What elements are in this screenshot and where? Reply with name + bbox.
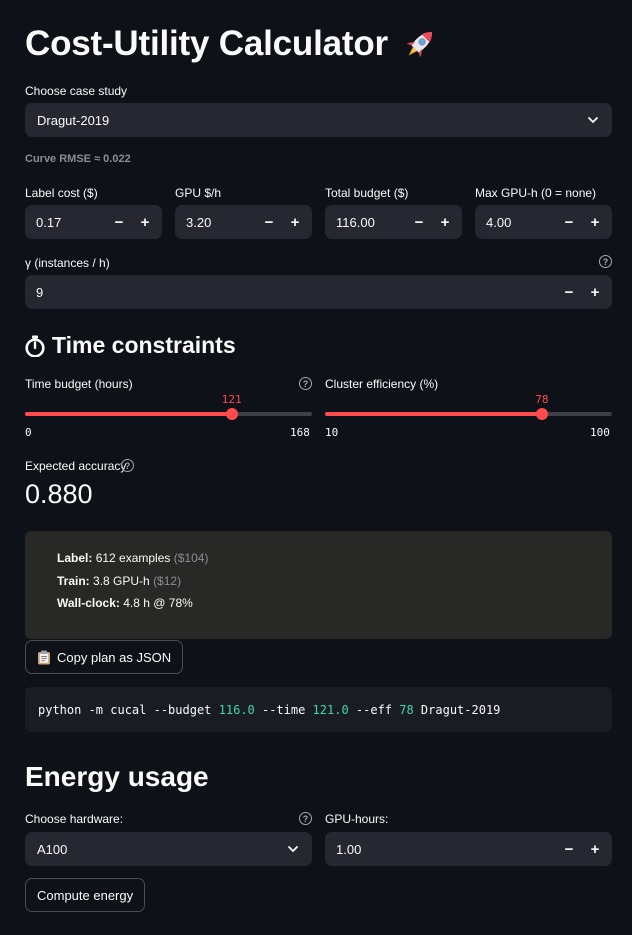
command-code-block: python -m cucal --budget 116.0 --time 12… — [25, 687, 612, 732]
compute-energy-button[interactable]: Compute energy — [25, 878, 146, 912]
command-text: python -m cucal --budget — [38, 702, 219, 717]
page-title-text: Cost-Utility Calculator — [25, 24, 388, 63]
command-number: 78 — [399, 702, 414, 717]
chevron-down-icon — [288, 846, 298, 853]
cluster-efficiency-slider-fill — [325, 412, 542, 416]
stopwatch-icon — [25, 335, 45, 357]
total-budget-value: 116.00 — [336, 214, 375, 230]
compute-energy-button-label: Compute energy — [37, 887, 134, 903]
label-cost-input[interactable]: 0.17 − + — [25, 205, 162, 239]
plan-train-cost: ($12) — [153, 574, 182, 588]
case-study-label: Choose case study — [25, 84, 128, 98]
help-icon[interactable]: ? — [599, 255, 612, 268]
plan-summary-panel: Label: 612 examples ($104) Train: 3.8 GP… — [25, 531, 612, 639]
case-study-select[interactable]: Dragut-2019 — [25, 103, 612, 137]
plan-train-text: 3.8 GPU-h — [93, 574, 150, 588]
total-budget-decrement-button[interactable]: − — [406, 205, 432, 239]
hardware-select[interactable]: A100 — [25, 832, 312, 866]
label-cost-increment-button[interactable]: + — [132, 205, 158, 239]
time-constraints-heading: Time constraints — [25, 332, 236, 359]
plan-label-title: Label: — [57, 551, 93, 565]
cluster-efficiency-slider[interactable]: 78 — [325, 393, 612, 420]
gpu-rate-value: 3.20 — [186, 214, 212, 230]
max-gpu-h-decrement-button[interactable]: − — [556, 205, 582, 239]
cluster-efficiency-max: 100 — [590, 426, 610, 439]
case-study-value: Dragut-2019 — [37, 112, 110, 128]
plan-label-row: Label: 612 examples ($104) — [57, 551, 208, 565]
gamma-decrement-button[interactable]: − — [556, 275, 582, 309]
chevron-down-icon — [588, 117, 598, 124]
gpu-rate-input[interactable]: 3.20 − + — [175, 205, 312, 239]
plan-label-text: 612 examples — [95, 551, 171, 565]
max-gpu-h-increment-button[interactable]: + — [582, 205, 608, 239]
gpu-hours-increment-button[interactable]: + — [582, 832, 608, 866]
hardware-label: Choose hardware: — [25, 812, 124, 826]
command-text: Dragut-2019 — [413, 702, 501, 717]
cluster-efficiency-min: 10 — [325, 426, 339, 439]
expected-accuracy-value: 0.880 — [25, 479, 93, 509]
plan-wall-clock-text: 4.8 h @ 78% — [123, 596, 193, 610]
time-budget-slider-thumb[interactable] — [225, 408, 238, 420]
label-cost-label: Label cost ($) — [25, 186, 98, 200]
gamma-input[interactable]: 9 − + — [25, 275, 612, 309]
command-number: 121.0 — [312, 702, 349, 717]
copy-plan-button-label: Copy plan as JSON — [57, 649, 172, 665]
label-cost-value: 0.17 — [36, 214, 62, 230]
gamma-label: γ (instances / h) — [25, 256, 110, 270]
cluster-efficiency-label: Cluster efficiency (%) — [325, 377, 439, 391]
plan-label-cost: ($104) — [173, 551, 209, 565]
label-cost-decrement-button[interactable]: − — [106, 205, 132, 239]
page-title: Cost-Utility Calculator — [25, 24, 440, 64]
gamma-increment-button[interactable]: + — [582, 275, 608, 309]
time-constraints-heading-text: Time constraints — [52, 332, 236, 358]
time-budget-slider-value: 121 — [221, 393, 242, 406]
plan-wall-clock-row: Wall-clock: 4.8 h @ 78% — [57, 596, 193, 610]
help-icon[interactable]: ? — [299, 812, 312, 825]
plan-train-row: Train: 3.8 GPU-h ($12) — [57, 574, 181, 588]
gpu-hours-label: GPU-hours: — [325, 812, 389, 826]
command-number: 116.0 — [218, 702, 255, 717]
total-budget-label: Total budget ($) — [325, 186, 409, 200]
max-gpu-h-input[interactable]: 4.00 − + — [475, 205, 612, 239]
gpu-hours-decrement-button[interactable]: − — [556, 832, 582, 866]
time-budget-min: 0 — [25, 426, 32, 439]
gamma-value: 9 — [36, 284, 44, 300]
clipboard-icon — [38, 650, 50, 664]
time-budget-slider-fill — [25, 412, 232, 416]
plan-train-title: Train: — [57, 574, 90, 588]
help-icon[interactable]: ? — [299, 377, 312, 390]
cluster-efficiency-slider-thumb[interactable] — [535, 408, 548, 420]
max-gpu-h-value: 4.00 — [486, 214, 512, 230]
hardware-value: A100 — [37, 841, 68, 857]
help-icon[interactable]: ? — [121, 459, 134, 472]
gpu-hours-input[interactable]: 1.00 − + — [325, 832, 612, 866]
gpu-hours-value: 1.00 — [336, 841, 362, 857]
plan-wall-clock-title: Wall-clock: — [57, 596, 120, 610]
energy-usage-heading: Energy usage — [25, 761, 209, 792]
time-budget-max: 168 — [290, 426, 310, 439]
curve-rmse-caption: Curve RMSE ≈ 0.022 — [25, 153, 131, 165]
cluster-efficiency-slider-value: 78 — [535, 393, 549, 406]
time-budget-label: Time budget (hours) — [25, 377, 133, 391]
time-budget-slider[interactable]: 121 — [25, 393, 312, 420]
copy-plan-button[interactable]: Copy plan as JSON — [25, 640, 184, 674]
rocket-icon — [406, 31, 432, 58]
gpu-rate-label: GPU $/h — [175, 186, 222, 200]
gpu-rate-increment-button[interactable]: + — [282, 205, 308, 239]
command-text: --time — [254, 702, 313, 717]
expected-accuracy-label: Expected accuracy — [25, 459, 127, 473]
gpu-rate-decrement-button[interactable]: − — [256, 205, 282, 239]
total-budget-input[interactable]: 116.00 − + — [325, 205, 462, 239]
command-text: --eff — [348, 702, 400, 717]
max-gpu-h-label: Max GPU-h (0 = none) — [475, 186, 597, 200]
total-budget-increment-button[interactable]: + — [432, 205, 458, 239]
